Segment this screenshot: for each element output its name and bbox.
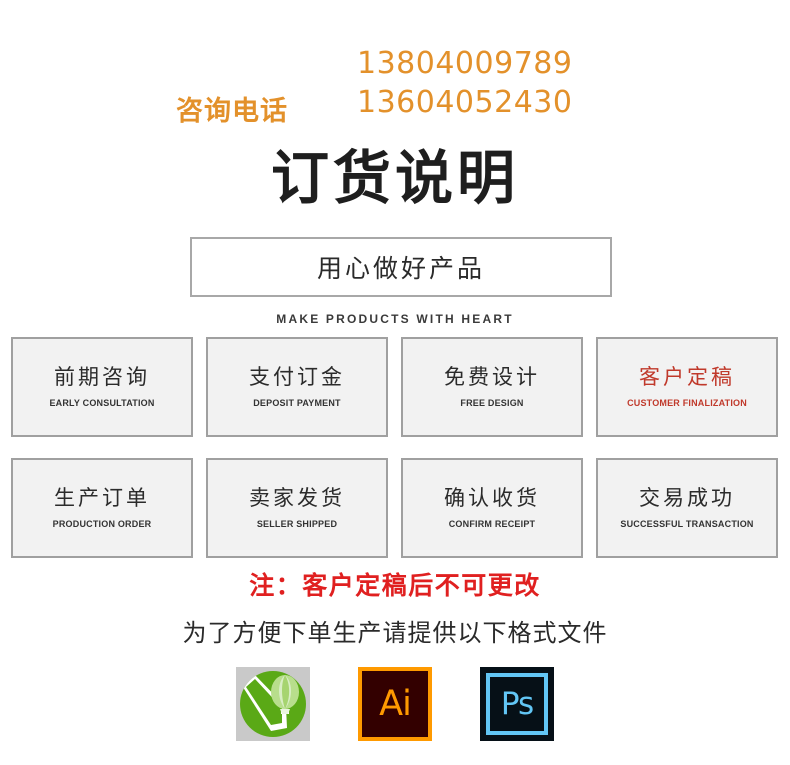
step-card-customer-finalization[interactable]: 客户定稿 CUSTOMER FINALIZATION: [596, 337, 778, 437]
phone-number-list: 13804009789 13604052430: [357, 46, 572, 121]
step-label-cn: 免费设计: [444, 365, 540, 389]
step-label-en: PRODUCTION ORDER: [52, 519, 152, 530]
illustrator-icon: Ai: [358, 667, 432, 741]
step-label-en: FREE DESIGN: [460, 398, 524, 409]
photoshop-icon: Ps: [480, 667, 554, 741]
phone-number-secondary[interactable]: 13604052430: [357, 85, 572, 122]
phone-number-primary[interactable]: 13804009789: [357, 46, 572, 83]
step-label-en: SUCCESSFUL TRANSACTION: [620, 519, 754, 530]
step-label-cn: 支付订金: [249, 365, 345, 389]
step-label-cn: 卖家发货: [249, 486, 345, 510]
step-label-cn: 交易成功: [639, 486, 735, 510]
step-label-en: EARLY CONSULTATION: [49, 398, 155, 409]
step-card-confirm-receipt[interactable]: 确认收货 CONFIRM RECEIPT: [401, 458, 583, 558]
step-card-seller-shipped[interactable]: 卖家发货 SELLER SHIPPED: [206, 458, 388, 558]
step-card-free-design[interactable]: 免费设计 FREE DESIGN: [401, 337, 583, 437]
photoshop-icon-letters: Ps: [500, 685, 534, 722]
step-label-cn: 确认收货: [444, 486, 540, 510]
photoshop-icon-frame: Ps: [486, 673, 548, 735]
slogan-box: 用心做好产品: [190, 237, 612, 297]
step-label-cn: 生产订单: [54, 486, 150, 510]
contact-header: 咨询电话 13804009789 13604052430: [0, 38, 790, 126]
step-label-en: DEPOSIT PAYMENT: [253, 398, 341, 409]
step-label-en: CONFIRM RECEIPT: [448, 519, 536, 530]
step-label-cn: 前期咨询: [54, 365, 150, 389]
contact-label: 咨询电话: [176, 96, 288, 126]
coreldraw-icon: [236, 667, 310, 741]
slogan-subtitle: MAKE PRODUCTS WITH HEART: [276, 312, 514, 326]
page-title: 订货说明: [270, 144, 519, 212]
note-file-format-request: 为了方便下单生产请提供以下格式文件: [182, 620, 608, 647]
order-steps-grid: 前期咨询 EARLY CONSULTATION 支付订金 DEPOSIT PAY…: [11, 337, 779, 558]
step-label-en: CUSTOMER FINALIZATION: [627, 398, 747, 409]
step-card-production-order[interactable]: 生产订单 PRODUCTION ORDER: [11, 458, 193, 558]
supported-software-row: Ai Ps: [0, 667, 790, 741]
illustrator-icon-letters: Ai: [379, 683, 412, 724]
slogan-text: 用心做好产品: [316, 255, 485, 283]
note-warning: 注：客户定稿后不可更改: [249, 572, 541, 600]
coreldraw-icon-art: [241, 673, 299, 731]
step-card-early-consultation[interactable]: 前期咨询 EARLY CONSULTATION: [11, 337, 193, 437]
coreldraw-icon-circle: [240, 671, 306, 737]
step-label-en: SELLER SHIPPED: [256, 519, 338, 530]
step-card-successful-transaction[interactable]: 交易成功 SUCCESSFUL TRANSACTION: [596, 458, 778, 558]
step-label-cn: 客户定稿: [639, 365, 735, 389]
step-card-deposit-payment[interactable]: 支付订金 DEPOSIT PAYMENT: [206, 337, 388, 437]
